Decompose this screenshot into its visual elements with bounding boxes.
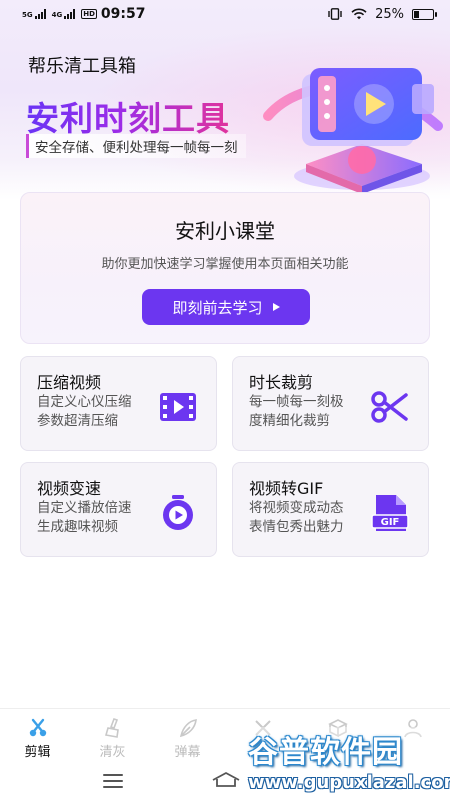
- signal-4g-icon: 4G: [52, 9, 76, 19]
- watermark-url: www.gupuxlazal.com: [248, 772, 450, 793]
- svg-text:GIF: GIF: [381, 517, 400, 528]
- clock: 09:57: [100, 6, 146, 22]
- status-bar: 5G 4G HD 09:57 25%: [0, 0, 450, 28]
- play-arrow-icon: [272, 303, 280, 311]
- vibrate-icon: [328, 8, 342, 20]
- learn-now-label: 即刻前去学习: [172, 298, 263, 317]
- tool-card-compress-video[interactable]: 压缩视频 自定义心仪压缩 参数超清压缩: [20, 356, 217, 451]
- hd-badge: HD: [81, 9, 97, 19]
- app-title: 帮乐清工具箱: [28, 56, 136, 77]
- nav-item-danmaku[interactable]: 弹幕: [150, 709, 225, 764]
- tool-name: 视频转GIF: [249, 479, 324, 498]
- gif-file-icon: GIF: [371, 495, 409, 531]
- tool-card-trim-duration[interactable]: 时长裁剪 每一帧每一刻极度精细化裁剪: [232, 356, 429, 451]
- tool-name: 视频变速: [37, 479, 102, 498]
- classroom-description: 助你更加快速学习掌握使用本页面相关功能: [101, 257, 349, 272]
- signal2-label: 4G: [51, 11, 63, 19]
- learn-now-button[interactable]: 即刻前去学习: [142, 289, 310, 325]
- nav-label: 清灰: [99, 745, 126, 760]
- tool-description: 每一帧每一刻极度精细化裁剪: [249, 394, 344, 429]
- tool-description: 自定义播放倍速生成趣味视频: [37, 500, 132, 535]
- video-player-illustration: [263, 68, 443, 194]
- nav-item-edit[interactable]: 剪辑: [0, 709, 75, 764]
- watermark: 谷普软件园 www.gupuxlazal.com: [248, 727, 450, 800]
- brush-icon: [104, 717, 119, 738]
- tool-name: 压缩视频: [37, 373, 102, 392]
- feather-icon: [179, 719, 197, 738]
- hero-subtitle: 安全存储、便利处理每一帧每一刻: [26, 134, 246, 158]
- tool-card-video-to-gif[interactable]: 视频转GIF 将视频变成动态表情包秀出魅力 GIF: [232, 462, 429, 557]
- film-play-icon: [160, 393, 196, 421]
- scissors-icon: [29, 718, 46, 737]
- tool-name: 时长裁剪: [249, 373, 314, 392]
- tool-description: 将视频变成动态表情包秀出魅力: [249, 500, 344, 535]
- tool-description: 自定义心仪压缩 参数超清压缩: [37, 394, 132, 429]
- battery-percent: 25%: [375, 6, 404, 22]
- scissors-icon: [371, 391, 408, 423]
- watermark-main-text: 谷普软件园: [248, 735, 403, 770]
- signal-5g-icon: 5G: [22, 9, 46, 19]
- classroom-title: 安利小课堂: [175, 219, 275, 243]
- watermark-main: 谷普软件园: [248, 727, 450, 770]
- nav-label: 剪辑: [24, 745, 51, 760]
- nav-item-clean[interactable]: 清灰: [75, 709, 150, 764]
- battery-icon: [412, 8, 437, 20]
- tool-card-video-speed[interactable]: 视频变速 自定义播放倍速生成趣味视频: [20, 462, 217, 557]
- menu-icon[interactable]: [103, 774, 123, 792]
- stopwatch-play-icon: [163, 495, 193, 530]
- nav-label: 弹幕: [174, 745, 201, 760]
- signal1-label: 5G: [22, 11, 33, 19]
- classroom-card: 安利小课堂 助你更加快速学习掌握使用本页面相关功能 即刻前去学习: [20, 192, 430, 344]
- home-icon[interactable]: [210, 770, 242, 788]
- wifi-icon: [351, 8, 367, 20]
- hero-title: 安利时刻工具: [26, 92, 230, 140]
